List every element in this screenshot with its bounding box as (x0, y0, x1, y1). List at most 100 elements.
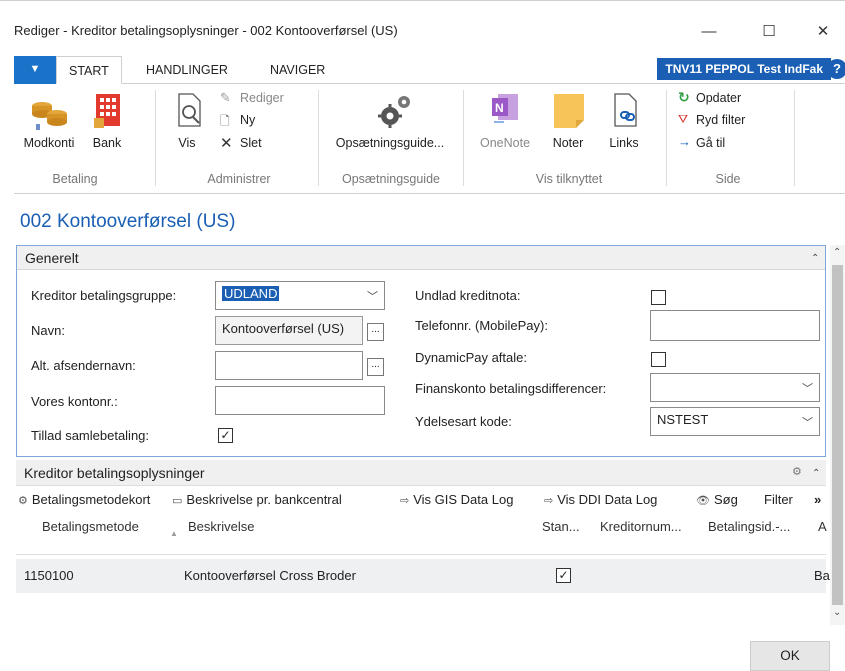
chevron-down-icon: ﹀ (802, 383, 813, 395)
column-standard[interactable]: Stan... (542, 519, 580, 534)
betalingsgruppe-value: UDLAND (222, 286, 280, 301)
vis-button[interactable]: Vis (166, 92, 208, 164)
subpage-toolbar: ⚙ Betalingsmetodekort ▭ Beskrivelse pr. ba… (16, 487, 826, 513)
ydelsesart-value: NSTEST (657, 412, 709, 427)
rediger-label: Rediger (240, 91, 284, 105)
company-badge: TNV11 PEPPOL Test IndFak (657, 58, 831, 80)
soeg-button[interactable]: 👁 Søg (696, 492, 738, 507)
window-title: Rediger - Kreditor betalingsoplysninger … (14, 23, 398, 38)
samlebetaling-checkbox[interactable]: ✓ (218, 428, 233, 443)
ryd-filter-label: Ryd filter (696, 113, 746, 127)
new-document-icon: 🗋 (220, 114, 230, 128)
vertical-scrollbar[interactable]: ⌃ ⌄ (830, 245, 845, 625)
text-field-icon: ▭ (172, 495, 183, 507)
vis-ddi-data-log-label: Vis DDI Data Log (557, 492, 658, 507)
minimize-button[interactable]: — (686, 17, 732, 49)
checkmark-icon: ✓ (220, 428, 231, 442)
checkmark-icon: ✓ (558, 568, 569, 582)
ydelsesart-dropdown[interactable]: NSTEST ﹀ (650, 407, 820, 436)
group-label-opsaetningsguide: Opsætningsguide (342, 172, 440, 186)
generelt-header[interactable]: Generelt ⌃ (17, 246, 825, 270)
alt-afsender-lookup-button[interactable]: ... (367, 358, 384, 376)
title-bar: Rediger - Kreditor betalingsoplysninger … (0, 0, 845, 48)
finanskonto-dropdown[interactable]: ﹀ (650, 373, 820, 402)
gaa-til-label: Gå til (696, 136, 726, 150)
column-betalingsid[interactable]: Betalingsid.-... (708, 519, 790, 534)
gaa-til-button[interactable]: → Gå til (678, 134, 778, 154)
beskrivelse-bankcentral-button[interactable]: ▭ Beskrivelse pr. bankcentral (172, 492, 342, 507)
vores-kontonr-field[interactable] (215, 386, 385, 415)
tab-naviger[interactable]: NAVIGER (258, 56, 337, 84)
noter-label: Noter (552, 136, 584, 150)
column-kreditornummer[interactable]: Kreditornum... (600, 519, 682, 534)
modkonti-label: Modkonti (23, 136, 75, 150)
cell-standard-checkbox[interactable]: ✓ (556, 568, 571, 583)
betalingsgruppe-label: Kreditor betalingsgruppe: (31, 288, 177, 303)
ryd-filter-button[interactable]: ⛛ Ryd filter (678, 111, 788, 131)
sticky-note-icon (554, 94, 584, 128)
table-row[interactable]: 1150100 Kontooverførsel Cross Broder ✓ B… (16, 559, 830, 593)
ribbon-tabs: ▼ START HANDLINGER NAVIGER TNV11 PEPPOL … (14, 56, 845, 84)
links-button[interactable]: Links (602, 92, 646, 164)
pencil-icon: ✎ (220, 90, 231, 105)
refresh-icon: ↻ (678, 89, 690, 105)
cell-betalingsmetode: 1150100 (24, 568, 74, 583)
bank-building-icon (94, 94, 120, 128)
delete-x-icon: ✕ (220, 135, 233, 152)
onenote-icon: N (492, 94, 518, 123)
collapse-icon[interactable]: ⌃ (812, 468, 820, 479)
soeg-label: Søg (713, 492, 738, 507)
samlebetaling-label: Tillad samlebetaling: (31, 428, 150, 443)
close-button[interactable]: ✕ (800, 17, 845, 49)
tab-handlinger[interactable]: HANDLINGER (134, 56, 240, 84)
noter-button[interactable]: Noter (544, 92, 592, 164)
link-document-icon (614, 93, 637, 127)
arrow-right-icon: → (678, 134, 691, 149)
betalingsmetodekort-button[interactable]: ⚙ Betalingsmetodekort (18, 492, 150, 507)
betalingsgruppe-dropdown[interactable]: UDLAND ﹀ (215, 281, 385, 310)
vis-gis-data-log-button[interactable]: ⇨ Vis GIS Data Log (400, 492, 513, 507)
column-betalingsmetode[interactable]: Betalingsmetode (42, 519, 139, 534)
scrollbar-thumb[interactable] (832, 265, 843, 605)
bank-button[interactable]: Bank (84, 92, 130, 164)
column-beskrivelse[interactable]: Beskrivelse (188, 519, 254, 534)
subpage-header[interactable]: Kreditor betalingsoplysninger ⚙ ⌃ (16, 460, 826, 486)
generelt-title: Generelt (25, 250, 79, 266)
alt-afsender-field[interactable] (215, 351, 363, 380)
opsaetningsguide-button[interactable]: Opsætningsguide... (324, 92, 456, 164)
ny-button[interactable]: 🗋 Ny (220, 111, 316, 131)
file-menu-button[interactable]: ▼ (14, 56, 56, 84)
collapse-icon[interactable]: ⌃ (811, 253, 819, 264)
group-label-side: Side (715, 172, 741, 186)
more-actions-button[interactable]: » (814, 492, 821, 507)
page-title: 002 Kontooverførsel (US) (20, 211, 236, 232)
help-icon[interactable]: ? (827, 59, 845, 79)
slet-button[interactable]: ✕ Slet (220, 134, 316, 154)
gears-small-icon[interactable]: ⚙ (792, 465, 802, 478)
svg-text:N: N (495, 101, 504, 115)
dynamicpay-checkbox[interactable] (651, 352, 666, 367)
scroll-down-icon[interactable]: ⌄ (833, 607, 841, 618)
navn-label: Navn: (31, 323, 65, 338)
modkonti-button[interactable]: Modkonti (20, 92, 78, 164)
card-icon: ⚙ (18, 495, 28, 507)
column-a[interactable]: A (818, 519, 827, 534)
ribbon-separator (318, 90, 319, 186)
opdater-button[interactable]: ↻ Opdater (678, 89, 778, 109)
maximize-button[interactable]: ☐ (746, 17, 792, 49)
vis-label: Vis (178, 136, 196, 150)
vis-ddi-data-log-button[interactable]: ⇨ Vis DDI Data Log (544, 492, 657, 507)
onenote-button[interactable]: N OneNote (472, 92, 538, 164)
coins-icon (32, 102, 67, 130)
navn-field[interactable]: Kontooverførsel (US) (215, 316, 363, 345)
ok-button[interactable]: OK (750, 641, 830, 671)
scroll-up-icon[interactable]: ⌃ (833, 247, 841, 258)
slet-label: Slet (240, 136, 262, 150)
tab-start[interactable]: START (56, 56, 122, 84)
filter-button[interactable]: Filter (764, 492, 793, 507)
undlad-kreditnota-checkbox[interactable] (651, 290, 666, 305)
navn-lookup-button[interactable]: ... (367, 323, 384, 341)
telefonnr-field[interactable] (650, 310, 820, 341)
opsaetningsguide-label: Opsætningsguide... (335, 136, 445, 150)
ribbon: Modkonti Bank Betaling Vis ✎ Rediger 🗋 N… (14, 84, 845, 194)
